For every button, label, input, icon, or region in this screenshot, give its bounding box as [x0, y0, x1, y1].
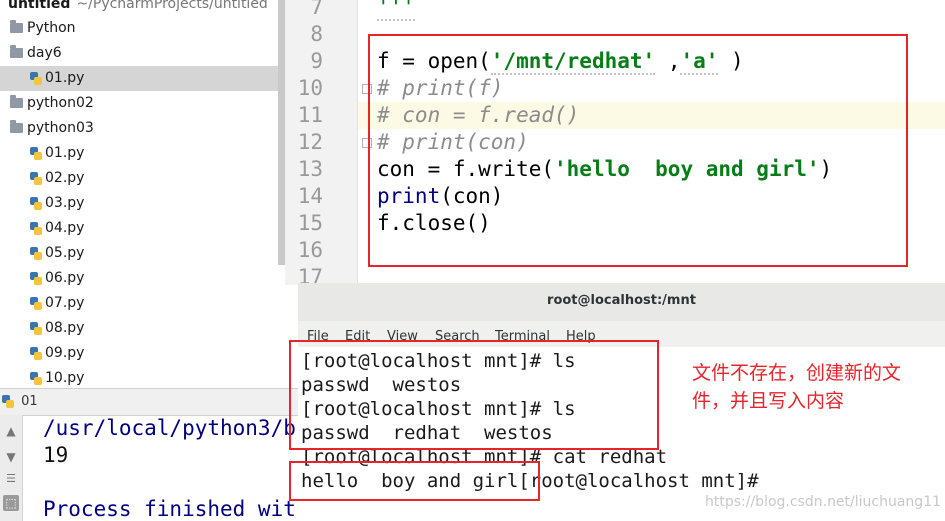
scroll-up-icon[interactable]: ▲ [3, 423, 19, 439]
tree-item-label: python03 [27, 120, 94, 136]
python-file-icon [30, 196, 42, 210]
python-file-icon [30, 146, 42, 160]
tree-file[interactable]: 01.py [0, 66, 285, 91]
python-file-icon [30, 71, 42, 85]
annotation-note-line: 文件不存在，创建新的文 [692, 362, 902, 384]
tree-file[interactable]: 09.py [0, 341, 285, 366]
console-line: Process finished wit [43, 497, 296, 521]
terminal-title: root@localhost:/mnt [547, 293, 696, 308]
python-file-icon [30, 296, 42, 310]
annotation-note-line: 件，并且写入内容 [692, 390, 845, 412]
tree-item-label: 09.py [45, 345, 85, 361]
project-root-name: untitled [8, 0, 71, 12]
tree-folder[interactable]: Python [0, 16, 285, 41]
python-file-icon [30, 246, 42, 260]
line-number: 9 [310, 49, 323, 73]
python-file-icon [30, 321, 42, 335]
project-root-path: ~/PycharmProjects/untitled [76, 0, 268, 12]
code-line-7: ''' [377, 0, 415, 21]
line-number: 7 [310, 0, 323, 19]
watermark: https://blog.csdn.net/liuchuang11 [705, 494, 942, 510]
python-file-icon [30, 371, 42, 385]
line-number: 8 [310, 22, 323, 46]
python-file-icon [30, 271, 42, 285]
tree-item-label: Python [27, 20, 76, 36]
python-file-icon [2, 395, 14, 408]
console-line: /usr/local/python3/b [43, 416, 296, 440]
annotation-note: 文件不存在，创建新的文 件，并且写入内容 [692, 359, 942, 415]
tree-file[interactable]: 02.py [0, 166, 285, 191]
scroll-down-icon[interactable]: ▼ [3, 449, 19, 465]
line-number-gutter: 7 8 9 10 11 12 13 14 15 16 17 [285, 0, 358, 285]
run-tab-label[interactable]: 01 [21, 394, 38, 409]
tree-item-label: 08.py [45, 320, 85, 336]
python-file-icon [30, 346, 42, 360]
tree-item-label: 01.py [45, 145, 85, 161]
run-console: /usr/local/python3/b 19 Process finished… [23, 415, 300, 521]
folder-icon [10, 95, 23, 108]
tree-folder[interactable]: day6 [0, 41, 285, 66]
tree-root[interactable]: untitled ~/PycharmProjects/untitled [0, 0, 285, 17]
tree-file[interactable]: 05.py [0, 241, 285, 266]
line-number: 11 [297, 103, 323, 127]
tree-file[interactable]: 03.py [0, 191, 285, 216]
tree-item-label: 05.py [45, 245, 85, 261]
annotation-box-ls [289, 340, 659, 450]
tree-item-label: day6 [27, 45, 62, 61]
tree-item-label: 02.py [45, 170, 85, 186]
annotation-box-code [368, 34, 908, 267]
run-tab-bar: 01 [0, 388, 300, 416]
soft-wrap-icon[interactable]: ☰ [3, 471, 19, 487]
line-number: 13 [297, 157, 323, 181]
tree-file[interactable]: 04.py [0, 216, 285, 241]
folder-icon [10, 45, 23, 58]
tree-item-label: 04.py [45, 220, 85, 236]
project-tree: untitled ~/PycharmProjects/untitled Pytho… [0, 0, 285, 388]
tree-item-label: 07.py [45, 295, 85, 311]
tree-file[interactable]: 01.py [0, 141, 285, 166]
restore-layout-icon[interactable]: ⬚ [3, 495, 19, 511]
tree-item-label: 10.py [45, 370, 85, 386]
tree-file[interactable]: 07.py [0, 291, 285, 316]
tree-folder[interactable]: python02 [0, 91, 285, 116]
docstring-quote: ''' [377, 0, 415, 21]
tree-item-label: python02 [27, 95, 94, 111]
tree-item-label: 06.py [45, 270, 85, 286]
console-line: 19 [43, 443, 69, 467]
python-file-icon [30, 221, 42, 235]
line-number: 10 [297, 76, 323, 100]
python-file-icon [30, 171, 42, 185]
folder-icon [10, 120, 23, 133]
line-number: 17 [297, 265, 323, 285]
tree-scrollbar[interactable] [278, 0, 285, 265]
line-number: 15 [297, 211, 323, 235]
annotation-box-cat [289, 461, 540, 501]
tree-item-label: 01.py [45, 70, 85, 86]
tree-file[interactable]: 08.py [0, 316, 285, 341]
line-number: 16 [297, 238, 323, 262]
tree-item-label: 03.py [45, 195, 85, 211]
run-toolbar: ▲ ▼ ☰ ⬚ [0, 415, 23, 521]
line-number: 14 [297, 184, 323, 208]
tree-file[interactable]: 10.py [0, 366, 285, 388]
folder-icon [10, 20, 23, 33]
line-number: 12 [297, 130, 323, 154]
tree-file[interactable]: 06.py [0, 266, 285, 291]
terminal-title-bar[interactable]: root@localhost:/mnt [298, 283, 945, 322]
tree-folder[interactable]: python03 [0, 116, 285, 141]
